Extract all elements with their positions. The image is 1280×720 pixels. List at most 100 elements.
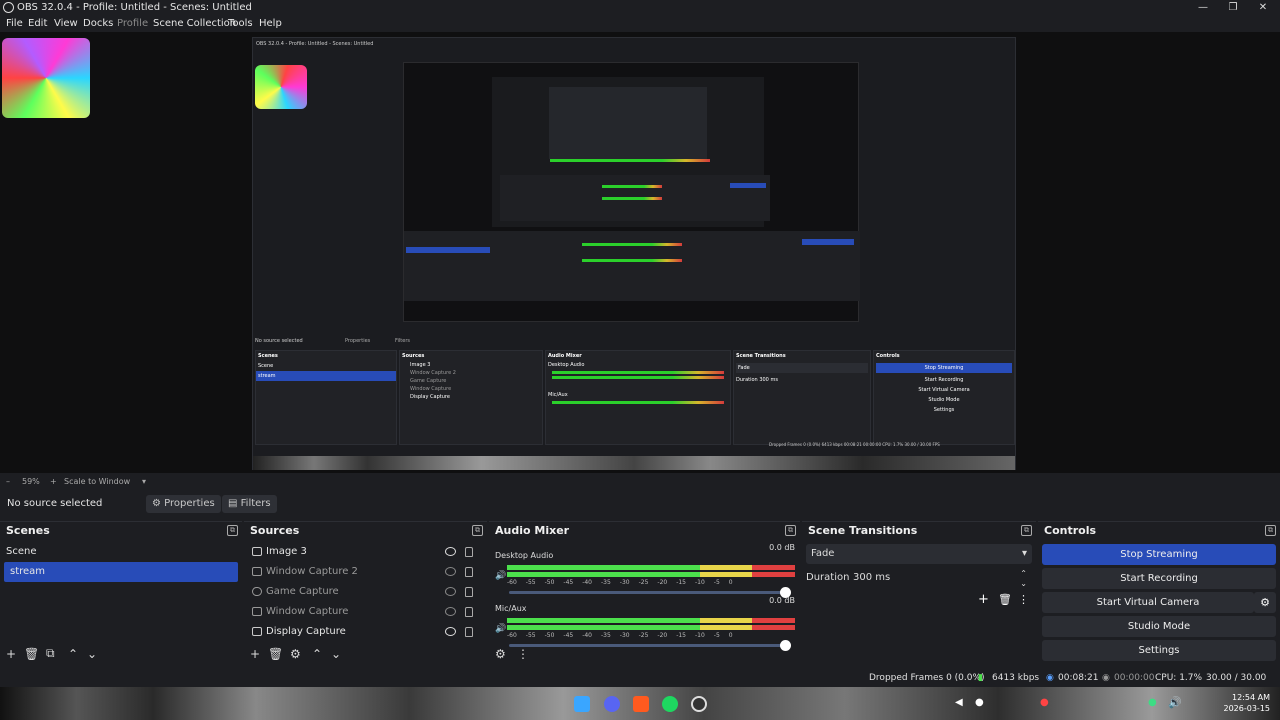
lock-icon[interactable] — [465, 567, 473, 577]
zoom-out-icon[interactable]: – — [6, 473, 10, 491]
transition-menu-icon[interactable]: ⋮ — [1018, 593, 1029, 606]
move-down-icon[interactable]: ⌄ — [87, 647, 97, 661]
tray-arrow-icon[interactable]: ◀ — [955, 697, 963, 708]
close-icon[interactable]: ✕ — [1248, 0, 1278, 16]
undock-icon[interactable]: ⧉ — [785, 525, 796, 536]
eye-hidden-icon[interactable] — [445, 567, 456, 576]
minimize-icon[interactable]: — — [1188, 0, 1218, 16]
add-source-icon[interactable]: + — [250, 647, 260, 661]
source-properties-icon[interactable]: ⚙ — [290, 647, 301, 661]
eye-hidden-icon[interactable] — [445, 607, 456, 616]
transition-select[interactable]: Fade ▾ — [806, 544, 1032, 564]
volume-meter — [507, 565, 795, 577]
obs-taskbar-icon[interactable] — [691, 696, 707, 712]
record-icon: ◉ — [1102, 673, 1110, 683]
volume-slider[interactable] — [509, 640, 791, 651]
volume-slider-knob[interactable] — [780, 640, 791, 651]
speaker-icon[interactable]: 🔊 — [495, 571, 506, 581]
eye-hidden-icon[interactable] — [445, 587, 456, 596]
volume-meter — [507, 618, 795, 630]
undock-icon[interactable]: ⧉ — [227, 525, 238, 536]
spotify-icon[interactable] — [662, 696, 678, 712]
undock-icon[interactable]: ⧉ — [1021, 525, 1032, 536]
controls-list: Stop Streaming Start Recording Start Vir… — [1038, 544, 1280, 664]
lock-icon[interactable] — [465, 607, 473, 617]
status-bar: Dropped Frames 0 (0.0%) ▮ 6413 kbps ◉ 00… — [0, 669, 1280, 701]
menu-docks[interactable]: Docks — [83, 16, 113, 32]
nested-preview — [403, 62, 860, 322]
transitions-header: Scene Transitions — [808, 524, 918, 537]
start-virtual-camera-button[interactable]: Start Virtual Camera — [1042, 592, 1254, 613]
spin-down-icon[interactable]: ⌄ — [1020, 574, 1027, 594]
menu-view[interactable]: View — [54, 16, 78, 32]
lock-icon[interactable] — [465, 627, 473, 637]
gear-icon[interactable]: ⚙ — [1254, 592, 1276, 613]
remove-transition-icon[interactable]: 🗑 — [998, 593, 1012, 606]
remove-scene-icon[interactable]: 🗑 — [24, 647, 39, 661]
properties-button[interactable]: ⚙ Properties — [146, 495, 221, 513]
zoom-in-icon[interactable]: + — [50, 473, 57, 491]
clock-time: 12:54 AM — [1232, 693, 1270, 702]
duration-value: 300 ms — [853, 572, 891, 583]
duration-input[interactable]: 300 ms ⌃ ⌄ — [848, 568, 1032, 588]
source-item[interactable]: Game Capture — [250, 582, 482, 602]
eye-icon[interactable] — [445, 547, 456, 556]
scene-item[interactable]: Scene — [0, 542, 242, 562]
maximize-icon[interactable]: ❐ — [1218, 0, 1248, 16]
brave-icon[interactable] — [633, 696, 649, 712]
undock-icon[interactable]: ⧉ — [1265, 525, 1276, 536]
add-scene-icon[interactable]: + — [6, 647, 16, 661]
audio-mixer-header: Audio Mixer — [495, 524, 570, 537]
add-transition-icon[interactable]: + — [978, 592, 989, 607]
source-item[interactable]: Window Capture — [250, 602, 482, 622]
source-item[interactable]: Image 3 — [250, 542, 482, 562]
settings-button[interactable]: Settings — [1042, 640, 1276, 661]
move-up-icon[interactable]: ⌃ — [68, 647, 78, 661]
lock-icon[interactable] — [465, 547, 473, 557]
taskbar-clock[interactable]: 12:54 AM 2026-03-15 — [1224, 692, 1271, 714]
windows-start-icon[interactable] — [574, 696, 590, 712]
undock-icon[interactable]: ⧉ — [472, 525, 483, 536]
menu-edit[interactable]: Edit — [28, 16, 47, 32]
more-options-icon[interactable]: ⋮ — [517, 647, 529, 661]
tray-network-icon[interactable]: ● — [1148, 697, 1157, 708]
audio-mixer-dock: Audio Mixer ⧉ Desktop Audio 0.0 dB -60 -… — [489, 521, 800, 667]
menu-profile[interactable]: Profile — [117, 16, 148, 32]
menu-scene-collection[interactable]: Scene Collection — [153, 16, 236, 32]
scale-mode-select[interactable]: Scale to Window — [64, 473, 130, 491]
stop-streaming-button[interactable]: Stop Streaming — [1042, 544, 1276, 565]
scene-item-selected[interactable]: stream — [4, 562, 238, 582]
nested-duration-label: Duration — [736, 377, 758, 383]
eye-icon[interactable] — [445, 627, 456, 636]
move-down-icon[interactable]: ⌄ — [331, 647, 341, 661]
chevron-down-icon[interactable]: ▾ — [142, 473, 146, 491]
nested-no-source: No source selected — [255, 338, 303, 344]
studio-mode-button[interactable]: Studio Mode — [1042, 616, 1276, 637]
sources-dock: Sources ⧉ Image 3 Window Capture 2 Game … — [244, 521, 487, 667]
image-icon — [252, 547, 262, 556]
volume-slider[interactable] — [509, 587, 791, 598]
discord-icon[interactable] — [604, 696, 620, 712]
lock-icon[interactable] — [465, 587, 473, 597]
remove-source-icon[interactable]: 🗑 — [268, 647, 283, 661]
source-item[interactable]: Display Capture — [250, 622, 482, 642]
move-up-icon[interactable]: ⌃ — [312, 647, 322, 661]
scenes-dock: Scenes ⧉ Scene stream + 🗑 ⧉ ⌃ ⌄ — [0, 521, 242, 667]
filter-scene-icon[interactable]: ⧉ — [46, 646, 55, 661]
volume-icon[interactable]: 🔊 — [1168, 696, 1182, 709]
channel-name: Mic/Aux — [495, 604, 527, 613]
window-title: OBS 32.0.4 - Profile: Untitled - Scenes:… — [17, 2, 252, 13]
nested-status: Dropped Frames 0 (0.0%) 6413 kbps 00:08:… — [769, 442, 940, 447]
speaker-icon[interactable]: 🔊 — [495, 624, 506, 634]
filters-button[interactable]: ▤ Filters — [222, 495, 277, 513]
menu-tools[interactable]: Tools — [228, 16, 253, 32]
menu-help[interactable]: Help — [259, 16, 282, 32]
start-recording-button[interactable]: Start Recording — [1042, 568, 1276, 589]
advanced-audio-icon[interactable]: ⚙ — [495, 647, 506, 661]
source-item[interactable]: Window Capture 2 — [250, 562, 482, 582]
nested-image-source — [255, 65, 307, 109]
scale-text: -60 -55 -50 -45 -40 -35 -30 -25 -20 -15 … — [507, 632, 733, 639]
tray-steam-icon[interactable]: ● — [975, 697, 984, 708]
menu-file[interactable]: File — [6, 16, 23, 32]
tray-record-icon[interactable]: ● — [1040, 697, 1049, 708]
